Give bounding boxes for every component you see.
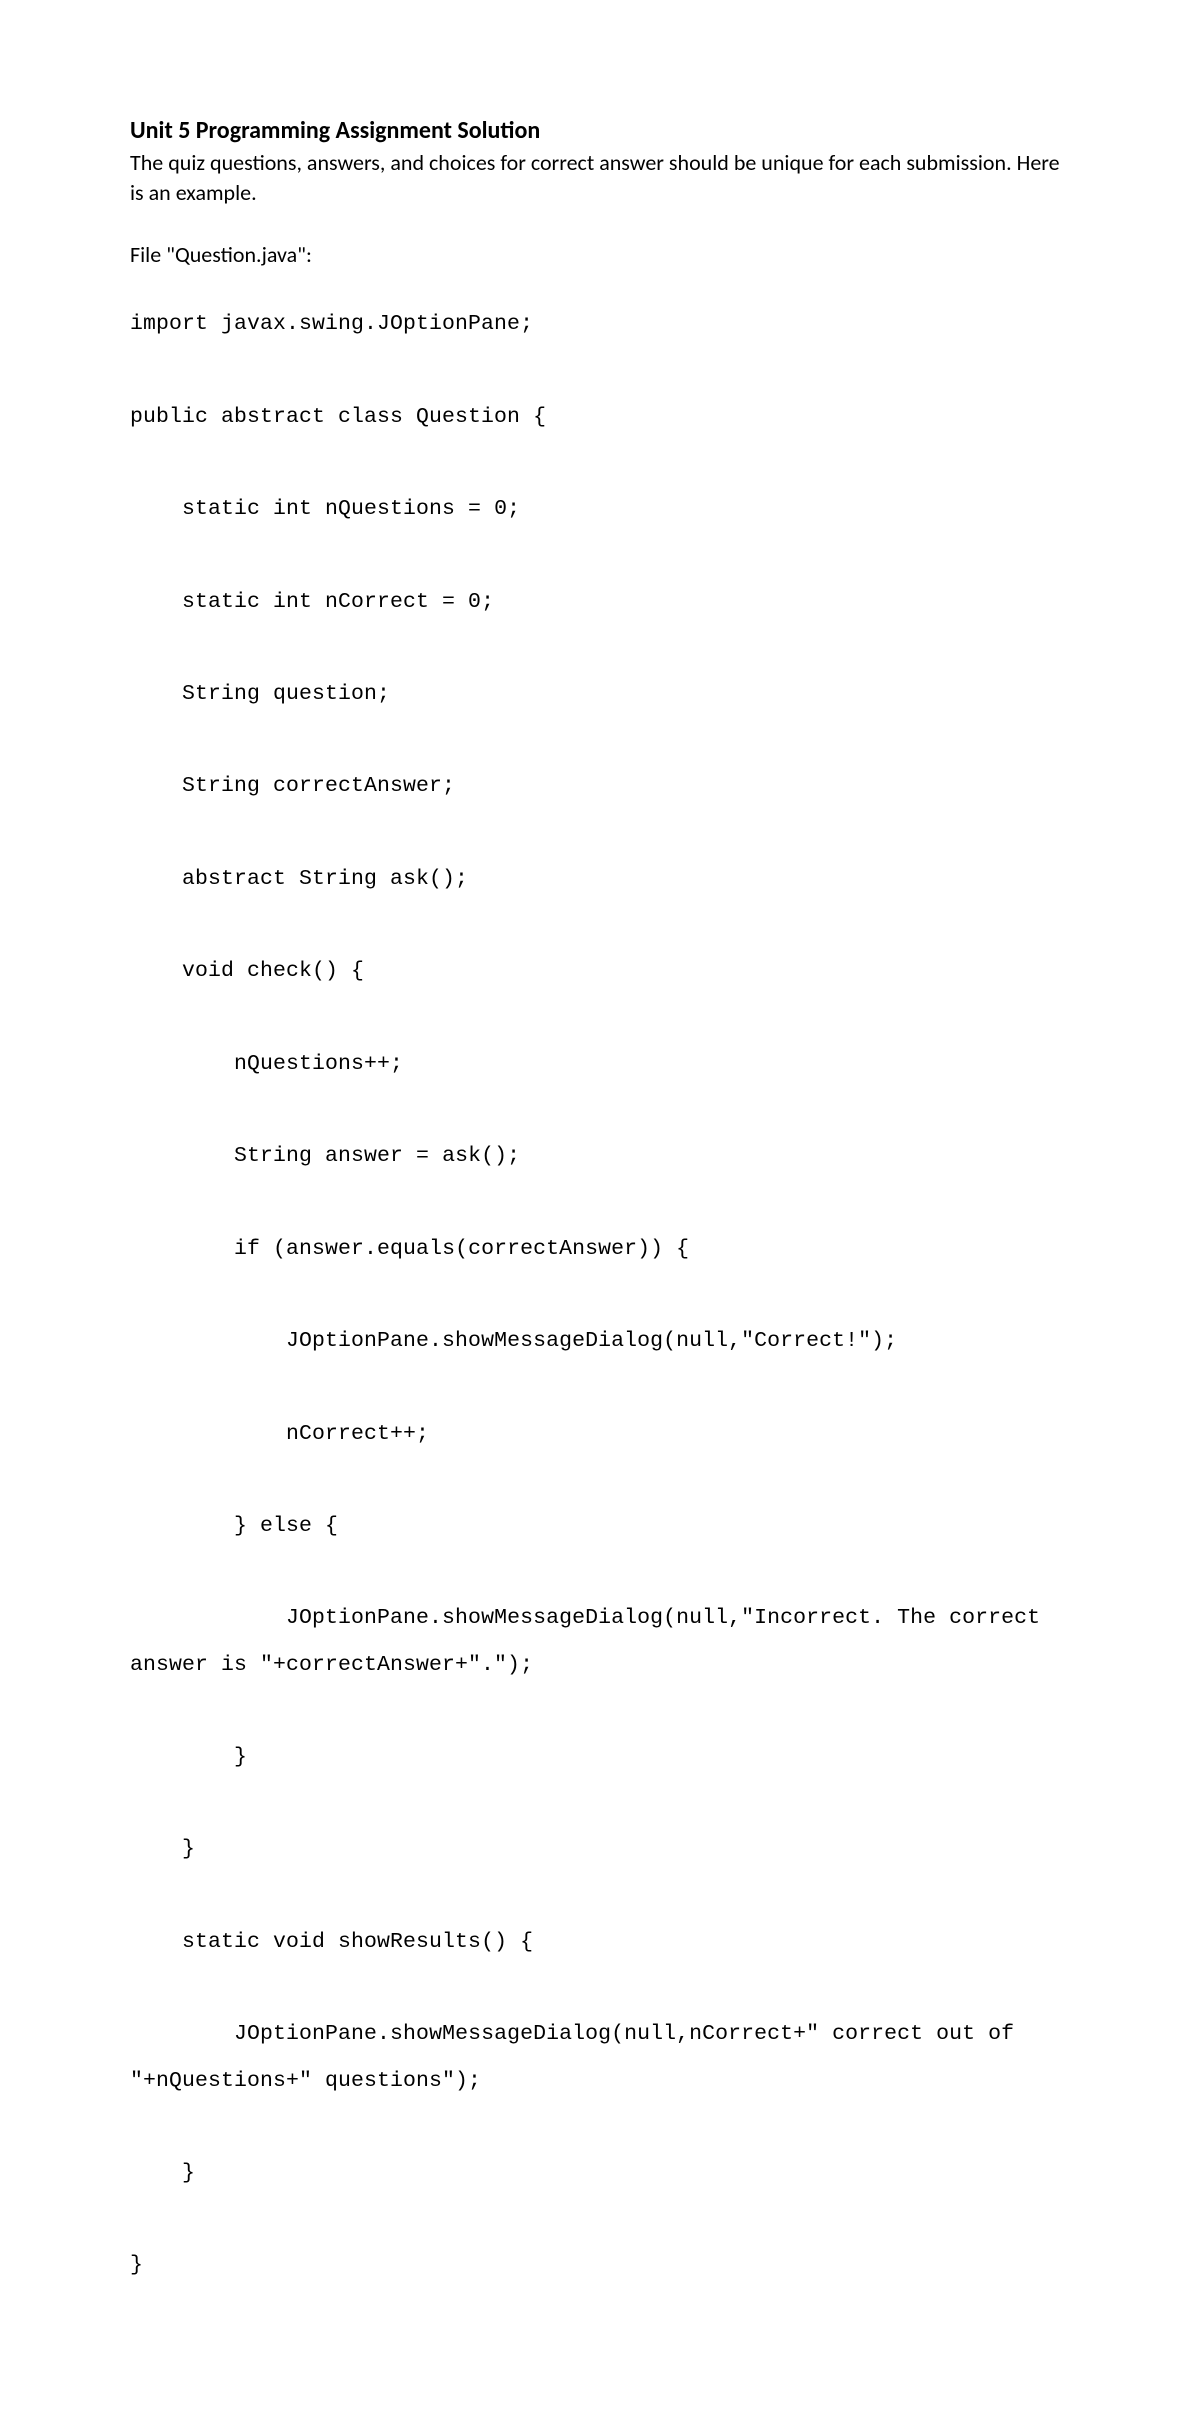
spacer	[130, 212, 1070, 240]
spacer	[130, 273, 1070, 301]
intro-paragraph: The quiz questions, answers, and choices…	[130, 148, 1070, 207]
code-listing: import javax.swing.JOptionPane; public a…	[130, 301, 1070, 2288]
file-label: File "Question.java":	[130, 240, 1070, 270]
document-heading: Unit 5 Programming Assignment Solution	[130, 115, 1070, 146]
